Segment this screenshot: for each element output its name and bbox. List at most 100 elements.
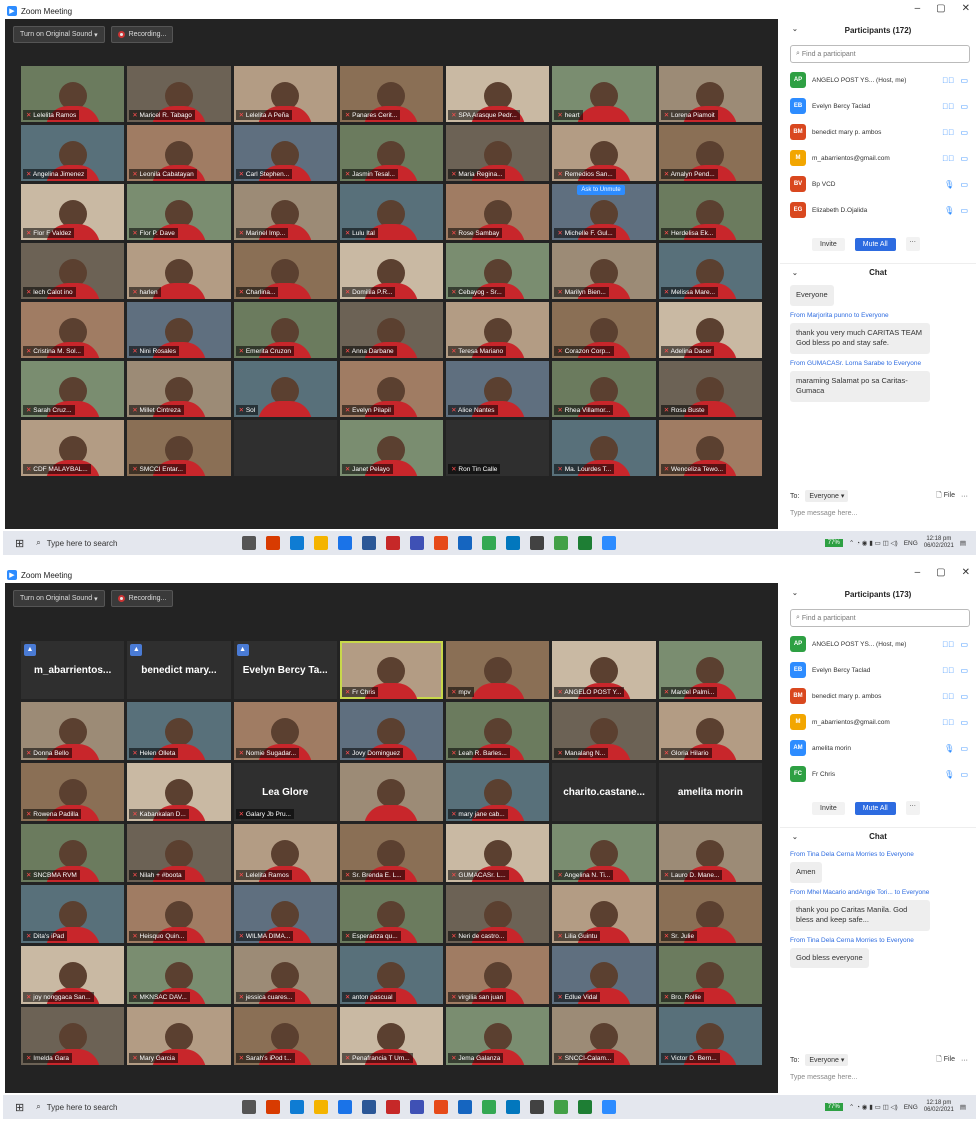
participant-video-tile[interactable]: Sarah's iPod t... (233, 1007, 337, 1065)
antivirus-icon[interactable] (386, 1100, 401, 1114)
participant-video-tile[interactable]: charito.castane... (552, 763, 656, 821)
participant-row[interactable]: AP ANGELO POST YS... (Host, me) 🎙⃠ ▭ (790, 631, 970, 657)
file-explorer-icon[interactable] (314, 536, 329, 550)
participant-video-tile[interactable]: Ma. Lourdes T... (552, 420, 656, 476)
participant-video-tile[interactable]: Lelelita Ramos (21, 66, 125, 122)
file-explorer-icon[interactable] (314, 1100, 329, 1114)
participant-video-tile[interactable]: Evelyn Bercy Ta... ▲ (233, 641, 337, 699)
participant-video-tile[interactable]: Emerita Cruzon (233, 302, 337, 358)
collapse-chevron-icon[interactable]: ⌄ (792, 589, 798, 597)
participant-video-tile[interactable]: joy nonggaca San... (21, 946, 125, 1004)
taskbar-search[interactable]: ⌕ Type here to search (36, 1102, 206, 1112)
edge-icon[interactable] (290, 1100, 305, 1114)
participant-video-tile[interactable]: Lorena Piamoit (658, 66, 762, 122)
participant-video-tile[interactable]: jessica cuares... (233, 946, 337, 1004)
close-icon[interactable]: ✕ (962, 567, 970, 578)
participant-video-tile[interactable]: Angelina Jimenez (21, 125, 125, 181)
find-participant-input[interactable]: ⌕ Find a participant (790, 609, 970, 627)
participant-video-tile[interactable]: Jema Galanza (446, 1007, 550, 1065)
file-button[interactable]: 🗋 File (936, 491, 955, 502)
participant-row[interactable]: AP ANGELO POST YS... (Host, me) 🎙⃠ ▭ (790, 67, 970, 93)
photos-icon[interactable] (410, 536, 425, 550)
store-icon[interactable] (506, 1100, 521, 1114)
maps-icon[interactable] (554, 536, 569, 550)
participant-video-tile[interactable]: Janet Pelayo (339, 420, 444, 476)
participant-video-tile[interactable]: Lilia Guintu (552, 885, 656, 943)
participant-video-tile[interactable]: Flor F Valdez (21, 184, 125, 240)
participant-video-tile[interactable]: Lea Glore Galary Jb Pru... (233, 763, 337, 821)
participant-video-tile[interactable]: ANGELO POST Y... (552, 641, 656, 699)
participant-video-tile[interactable] (233, 420, 337, 476)
participant-video-tile[interactable]: Edlue Vidal (552, 946, 656, 1004)
participant-video-tile[interactable]: Manalang N... (552, 702, 656, 760)
briefcase-icon[interactable] (530, 1100, 545, 1114)
participant-video-tile[interactable]: m_abarrientos... ▲ (21, 641, 125, 699)
participant-status-icons[interactable]: 🎙⃠ ▭ (942, 692, 970, 701)
chrome-icon[interactable] (482, 1100, 497, 1114)
participant-video-tile[interactable]: Remedios San... (552, 125, 656, 181)
participant-video-tile[interactable]: Corazon Corp... (552, 302, 656, 358)
participant-video-tile[interactable]: Kabankalan D... (127, 763, 231, 821)
participant-video-tile[interactable]: Penafrancia T Um... (339, 1007, 444, 1065)
word-icon[interactable] (362, 536, 377, 550)
participant-video-tile[interactable]: Lelelita A Peña (233, 66, 337, 122)
participant-status-icons[interactable]: 🎙 ▭ (944, 770, 970, 779)
participant-video-tile[interactable]: Fr Chris (339, 641, 444, 699)
language-indicator[interactable]: ENG (904, 540, 918, 547)
task-view-icon[interactable] (242, 1100, 257, 1114)
tray-icons[interactable]: ⌃ ◔ ◉ ▮ ▭ ◫ ◁) (849, 1103, 898, 1111)
participant-status-icons[interactable]: 🎙 ▭ (944, 744, 970, 753)
recipient-select[interactable]: Everyone ▾ (805, 1054, 849, 1066)
participant-video-tile[interactable]: Rhea Villamor... (552, 361, 656, 417)
participant-video-tile[interactable]: Imelda Gara (21, 1007, 125, 1065)
participant-video-tile[interactable]: Flor P. Dave (127, 184, 231, 240)
participant-row[interactable]: Mm_abarrientos@gmail.com 🎙⃠ ▭ (790, 145, 970, 171)
participant-video-tile[interactable]: Bro. Rollie (658, 946, 762, 1004)
store-icon[interactable] (506, 536, 521, 550)
participant-video-tile[interactable]: Jovy Dominguez (339, 702, 444, 760)
participant-video-tile[interactable]: Millet Cintreza (127, 361, 231, 417)
mute-all-button[interactable]: Mute All (854, 801, 896, 815)
participant-video-tile[interactable]: Sol (233, 361, 337, 417)
participant-video-tile[interactable]: Donna Bello (21, 702, 125, 760)
participant-video-tile[interactable]: Rose Sambay (446, 184, 550, 240)
participant-video-tile[interactable]: Lulu Ital (339, 184, 444, 240)
participant-video-tile[interactable]: amelita morin (658, 763, 762, 821)
recipient-select[interactable]: Everyone ▾ (805, 490, 849, 502)
participant-video-tile[interactable]: Mary Garcia (127, 1007, 231, 1065)
chrome-icon[interactable] (482, 536, 497, 550)
participant-video-tile[interactable]: Teresa Mariano (446, 302, 550, 358)
participant-status-icons[interactable]: 🎙 ▭ (944, 180, 970, 189)
chat-message-input[interactable]: Type message here... (790, 1074, 968, 1081)
participant-video-tile[interactable]: Alice Nantes (446, 361, 550, 417)
chat-collapse-chevron-icon[interactable]: ⌄ (792, 833, 798, 841)
participant-video-tile[interactable]: Jasmin Tesal... (339, 125, 444, 181)
edge-icon[interactable] (290, 536, 305, 550)
file-button[interactable]: 🗋 File (936, 1055, 955, 1066)
participant-video-tile[interactable]: Neri de castro... (446, 885, 550, 943)
office-icon[interactable] (266, 1100, 281, 1114)
more-options-button[interactable]: … (905, 237, 920, 251)
participant-video-tile[interactable]: Melissa Mare... (658, 243, 762, 299)
more-options-button[interactable]: … (905, 801, 920, 815)
participant-row[interactable]: EB Evelyn Bercy Taclad 🎙⃠ ▭ (790, 93, 970, 119)
chat-more-button[interactable]: ··· (961, 1057, 968, 1064)
participant-video-tile[interactable]: SNCBMA RVM (21, 824, 125, 882)
invite-button[interactable]: Invite (812, 237, 845, 251)
participant-video-tile[interactable]: Heisquo Quin... (127, 885, 231, 943)
participant-video-tile[interactable]: Sr. Julie (658, 885, 762, 943)
participant-video-tile[interactable]: Nilah + #boota (127, 824, 231, 882)
participant-video-tile[interactable]: Nomie Sugadar... (233, 702, 337, 760)
powerpoint-icon[interactable] (434, 1100, 449, 1114)
participant-video-tile[interactable]: CDF MALAYBAL... (21, 420, 125, 476)
zoom-taskbar-icon[interactable] (602, 536, 617, 550)
clock[interactable]: 12:18 pm 06/02/2021 (924, 536, 954, 549)
excel-icon[interactable] (578, 1100, 593, 1114)
participant-video-tile[interactable]: Marilyn Bien... (552, 243, 656, 299)
participant-video-tile[interactable]: Sr. Brenda E. L... (339, 824, 444, 882)
participant-status-icons[interactable]: 🎙⃠ ▭ (942, 128, 970, 137)
recording-button[interactable]: Recording... (110, 26, 174, 43)
zoom-taskbar-icon[interactable] (602, 1100, 617, 1114)
participant-video-tile[interactable]: Ron Tin Calle (446, 420, 550, 476)
windows-start-icon[interactable]: ⊞ (15, 1101, 24, 1114)
